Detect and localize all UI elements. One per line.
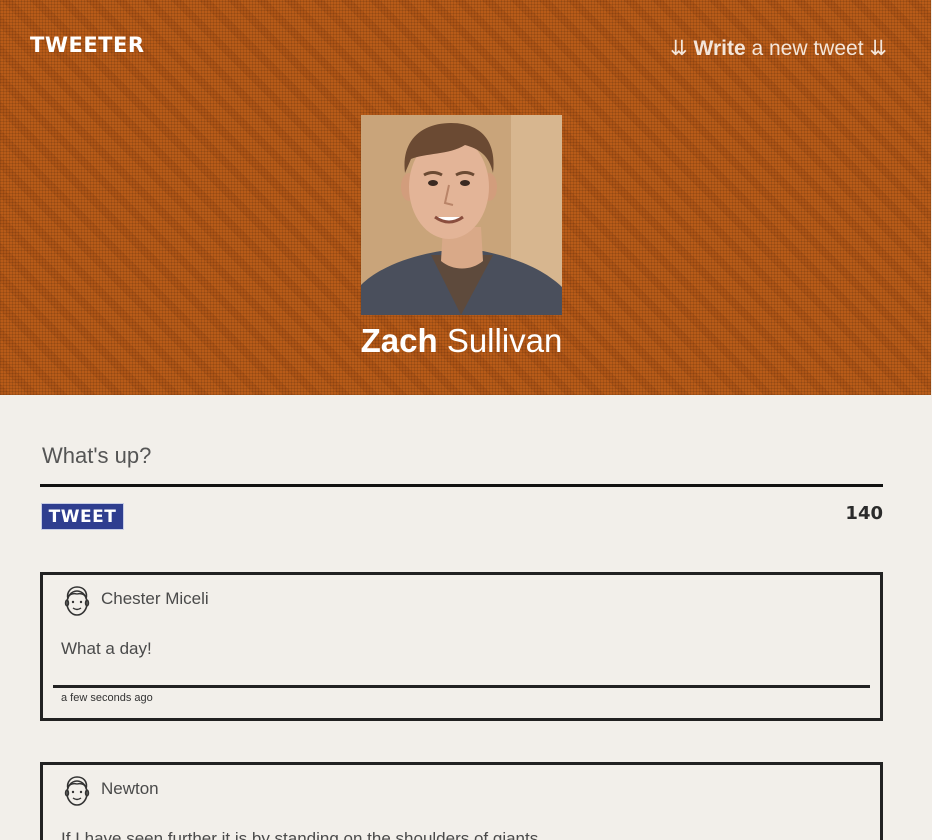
tweet-text-input[interactable] [40,435,883,487]
cartoon-face-icon [61,775,93,807]
logo[interactable]: TWEETER [30,33,145,57]
tweet-author: Newton [101,779,159,798]
tweet-timestamp: a few seconds ago [61,692,153,704]
tweet-button[interactable]: TWEET [41,503,124,530]
app-page: TWEETER ⇊ Write a new tweet ⇊ Zach Sulli… [0,0,932,840]
profile-avatar [361,115,562,315]
tweet-card: Chester Miceli What a day! a few seconds… [40,572,883,721]
tweet-content: What a day! [61,639,152,658]
profile-first-name: Zach [360,322,438,359]
profile-header: TWEETER ⇊ Write a new tweet ⇊ Zach Sulli… [0,0,931,395]
tweet-author: Chester Miceli [101,589,209,608]
profile-last-name: Sullivan [446,322,563,359]
tweet-card: Newton If I have seen further it is by s… [40,762,883,840]
double-down-arrow-icon: ⇊ [670,37,688,60]
tweet-divider [53,685,870,688]
compose-link-strong: Write [693,37,746,60]
profile-photo-illustration [361,115,562,315]
cartoon-face-icon [61,585,93,617]
character-counter: 140 [845,503,883,524]
profile-name: Zach Sullivan [0,322,923,360]
double-down-arrow-icon: ⇊ [869,37,887,60]
tweet-composer: TWEET 140 [40,435,883,530]
compose-link-text: a new tweet [751,37,864,60]
write-new-tweet-link[interactable]: ⇊ Write a new tweet ⇊ [670,36,887,61]
tweet-content: If I have seen further it is by standing… [61,829,539,840]
